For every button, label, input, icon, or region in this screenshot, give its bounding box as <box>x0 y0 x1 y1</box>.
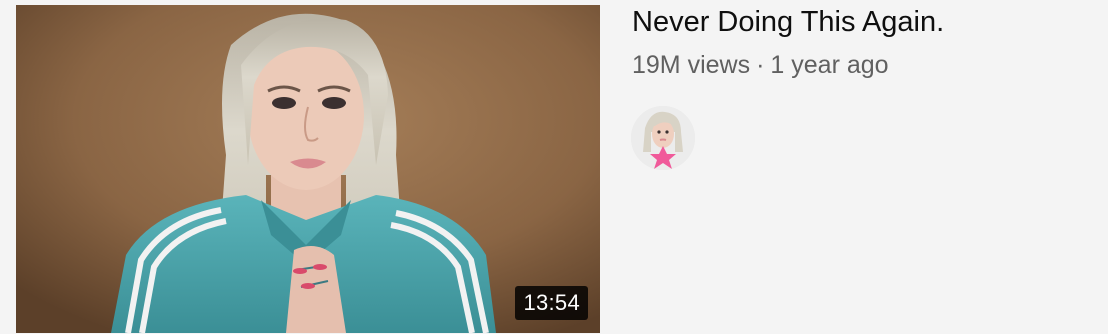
video-title[interactable]: Never Doing This Again. <box>632 4 1092 40</box>
meta-separator: · <box>756 51 765 79</box>
video-meta: Never Doing This Again. 19M views · 1 year… <box>632 4 1092 81</box>
video-result-card[interactable]: 13:54 Never Doing This Again. 19M views ·… <box>0 0 1108 334</box>
view-count: 19M views <box>632 51 751 79</box>
channel-avatar-icon <box>631 106 695 170</box>
video-thumbnail[interactable]: 13:54 <box>16 5 600 333</box>
channel-avatar[interactable] <box>631 106 695 170</box>
video-stats: 19M views · 1 year ago <box>632 49 1092 81</box>
video-duration-badge: 13:54 <box>515 286 588 320</box>
thumbnail-image <box>16 5 600 333</box>
upload-age: 1 year ago <box>770 51 889 79</box>
